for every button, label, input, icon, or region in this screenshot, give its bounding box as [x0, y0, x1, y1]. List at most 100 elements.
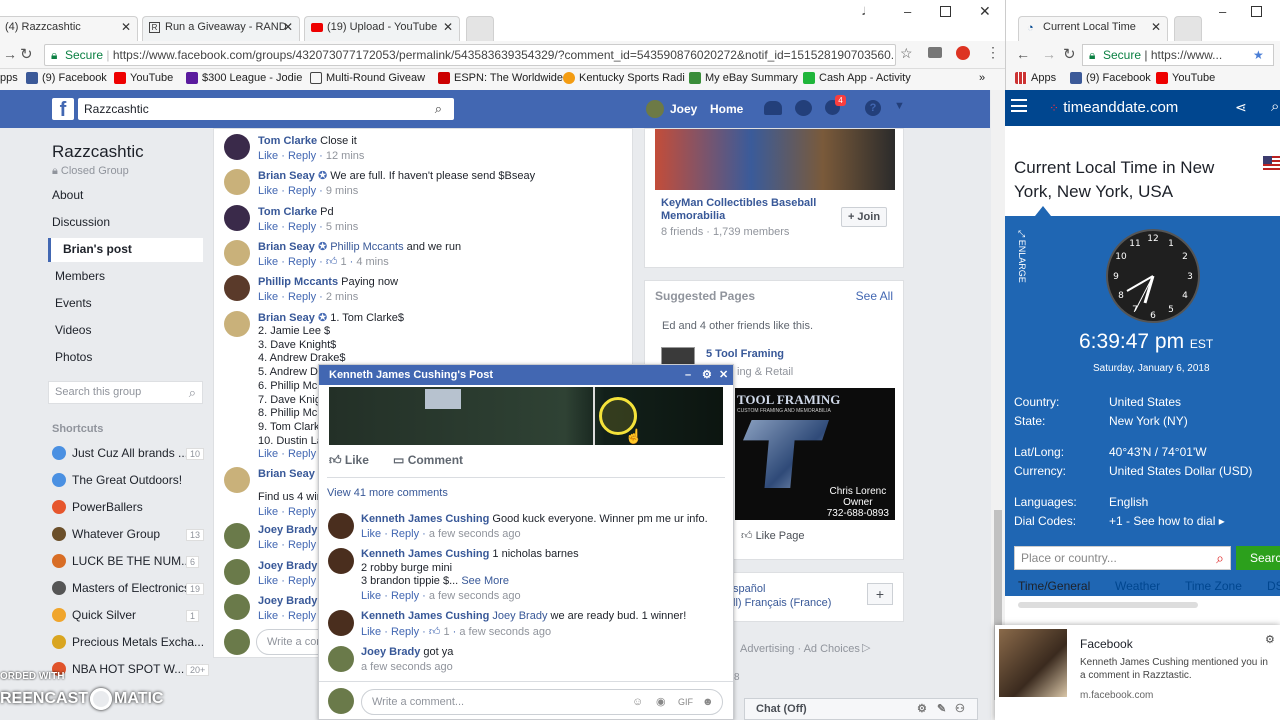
- reply-link[interactable]: Reply: [288, 506, 316, 518]
- reply-link[interactable]: Reply: [288, 150, 316, 162]
- group-search-input[interactable]: Search this group ⌕: [48, 381, 203, 404]
- post-image[interactable]: [329, 387, 723, 445]
- shortcut-item[interactable]: Just Cuz All brands ...: [52, 446, 188, 460]
- shortcut-item[interactable]: Precious Metals Excha...: [52, 635, 204, 649]
- group-chat-icon[interactable]: ⚇: [955, 699, 965, 719]
- share-icon[interactable]: ⋖: [1235, 99, 1247, 116]
- window-close-icon[interactable]: ✕: [979, 3, 991, 20]
- shortcut-item[interactable]: LUCK BE THE NUM...: [52, 554, 191, 568]
- tab-giveaway[interactable]: R Run a Giveaway - RAND ✕: [142, 16, 300, 41]
- desktop-notification[interactable]: Facebook ⚙ Kenneth James Cushing mention…: [995, 625, 1280, 720]
- bookmark-league[interactable]: $300 League - Jodie: [186, 72, 302, 84]
- reply-link[interactable]: Reply: [288, 291, 316, 303]
- close-icon[interactable]: ✕: [283, 20, 293, 34]
- comment-tag[interactable]: Joey Brady: [492, 610, 547, 622]
- reply-link[interactable]: Reply: [288, 448, 316, 460]
- nav-members[interactable]: Members: [55, 269, 105, 283]
- nav-brians-post[interactable]: Brian's post: [63, 242, 132, 256]
- comment-tag[interactable]: Phillip Mccants: [330, 241, 403, 253]
- minimize-icon[interactable]: –: [685, 365, 691, 385]
- comment-author[interactable]: Brian Seay: [258, 468, 315, 480]
- bookmark-ksr[interactable]: Kentucky Sports Radi: [563, 72, 685, 84]
- like-link[interactable]: Like: [361, 626, 381, 638]
- nav-about[interactable]: About: [52, 188, 83, 202]
- shortcut-item[interactable]: PowerBallers: [52, 500, 143, 514]
- camera-icon[interactable]: [928, 47, 942, 58]
- compose-icon[interactable]: ✎: [937, 699, 946, 719]
- menu-icon[interactable]: ⋮: [986, 44, 1000, 61]
- reply-link[interactable]: Reply: [288, 575, 316, 587]
- like-link[interactable]: Like: [258, 256, 278, 268]
- comment-author[interactable]: Joey Brady: [258, 560, 317, 572]
- reply-link[interactable]: Reply: [288, 185, 316, 197]
- gear-icon[interactable]: ⚙: [917, 699, 927, 719]
- add-language-button[interactable]: +: [867, 583, 893, 605]
- like-link[interactable]: Like: [258, 185, 278, 197]
- like-link[interactable]: Like: [258, 448, 278, 460]
- language-link[interactable]: spañol: [733, 583, 765, 595]
- place-search-input[interactable]: Place or country... ⌕: [1014, 546, 1231, 570]
- forward-icon[interactable]: →: [3, 46, 17, 62]
- gif-icon[interactable]: GIF: [678, 690, 693, 714]
- close-icon[interactable]: ✕: [719, 365, 728, 385]
- tab-time-zone[interactable]: Time Zone: [1185, 579, 1242, 593]
- search-button[interactable]: Search: [1236, 546, 1280, 570]
- bookmarks-more[interactable]: »: [979, 72, 985, 84]
- see-more-link[interactable]: See More: [461, 575, 509, 587]
- like-link[interactable]: Like: [258, 221, 278, 233]
- chevron-down-icon[interactable]: ▼: [894, 100, 905, 112]
- bookmark-cashapp[interactable]: Cash App - Activity: [803, 72, 911, 84]
- bookmark-youtube[interactable]: YouTube: [1156, 72, 1215, 84]
- tab-weather[interactable]: Weather: [1115, 579, 1160, 593]
- tab-current-local-time[interactable]: ◔ Current Local Time ✕: [1018, 16, 1168, 41]
- tab-razzcashtic[interactable]: (4) Razzcashtic ✕: [0, 16, 138, 41]
- shortcut-item[interactable]: Quick Silver: [52, 608, 136, 622]
- popup-comment-button[interactable]: ▭ Comment: [393, 453, 463, 467]
- site-logo[interactable]: ⁘ timeanddate.com: [1049, 99, 1178, 116]
- bookmark-star-icon[interactable]: ★: [1253, 45, 1264, 65]
- messenger-icon[interactable]: [795, 100, 812, 116]
- popup-like-button[interactable]: 👍︎ Like: [329, 453, 369, 468]
- tab-dst[interactable]: DS: [1267, 579, 1280, 593]
- bookmark-espn[interactable]: ESPN: The Worldwide: [438, 72, 563, 84]
- hamburger-menu-icon[interactable]: [1011, 99, 1027, 112]
- bookmark-giveaway[interactable]: Multi-Round Giveaw: [310, 72, 425, 84]
- facebook-logo-icon[interactable]: f: [52, 98, 74, 121]
- profile-icon[interactable]: 𝅘𝅥: [862, 6, 866, 19]
- emoji-icon[interactable]: ☺: [632, 690, 643, 714]
- nav-photos[interactable]: Photos: [55, 350, 92, 364]
- address-bar[interactable]: 🔒︎ Secure | https://www.facebook.com/gro…: [44, 44, 896, 66]
- comment-author[interactable]: Joey Brady: [258, 595, 317, 607]
- shortcut-item[interactable]: Whatever Group: [52, 527, 160, 541]
- comment-author[interactable]: Brian Seay: [258, 312, 315, 324]
- camera-icon[interactable]: ◉: [656, 690, 666, 714]
- forward-icon[interactable]: →: [1042, 46, 1056, 62]
- close-icon[interactable]: ✕: [1151, 20, 1161, 34]
- view-more-comments[interactable]: View 41 more comments: [327, 487, 448, 499]
- chat-bar[interactable]: Chat (Off) ⚙ ✎ ⚇: [744, 698, 978, 720]
- maximize-icon[interactable]: [940, 6, 951, 17]
- address-bar[interactable]: 🔒︎ Secure | https://www... ★: [1082, 44, 1274, 66]
- like-link[interactable]: Like: [258, 506, 278, 518]
- shortcut-item[interactable]: Masters of Electronics: [52, 581, 190, 595]
- reply-link[interactable]: Reply: [288, 256, 316, 268]
- reload-icon[interactable]: ↻: [1063, 45, 1076, 63]
- close-icon[interactable]: ✕: [443, 20, 453, 34]
- profile-link[interactable]: Joey: [670, 102, 697, 116]
- comment-author[interactable]: Tom Clarke: [258, 206, 317, 218]
- like-link[interactable]: Like: [258, 291, 278, 303]
- back-icon[interactable]: ←: [1016, 46, 1030, 62]
- reload-icon[interactable]: ↻: [20, 45, 33, 63]
- comment-author[interactable]: Joey Brady: [258, 524, 317, 536]
- minimize-icon[interactable]: –: [1219, 4, 1226, 19]
- nav-videos[interactable]: Videos: [55, 323, 91, 337]
- avatar[interactable]: [646, 100, 664, 118]
- footer-links[interactable]: Advertising · Ad Choices: [740, 643, 860, 655]
- language-link[interactable]: ll) Français (France): [733, 597, 831, 609]
- minimize-icon[interactable]: –: [904, 4, 911, 19]
- gear-icon[interactable]: ⚙: [702, 365, 712, 385]
- reply-link[interactable]: Reply: [391, 626, 419, 638]
- reply-link[interactable]: Reply: [391, 590, 419, 602]
- bookmark-facebook[interactable]: (9) Facebook: [26, 72, 107, 84]
- reply-link[interactable]: Reply: [391, 528, 419, 540]
